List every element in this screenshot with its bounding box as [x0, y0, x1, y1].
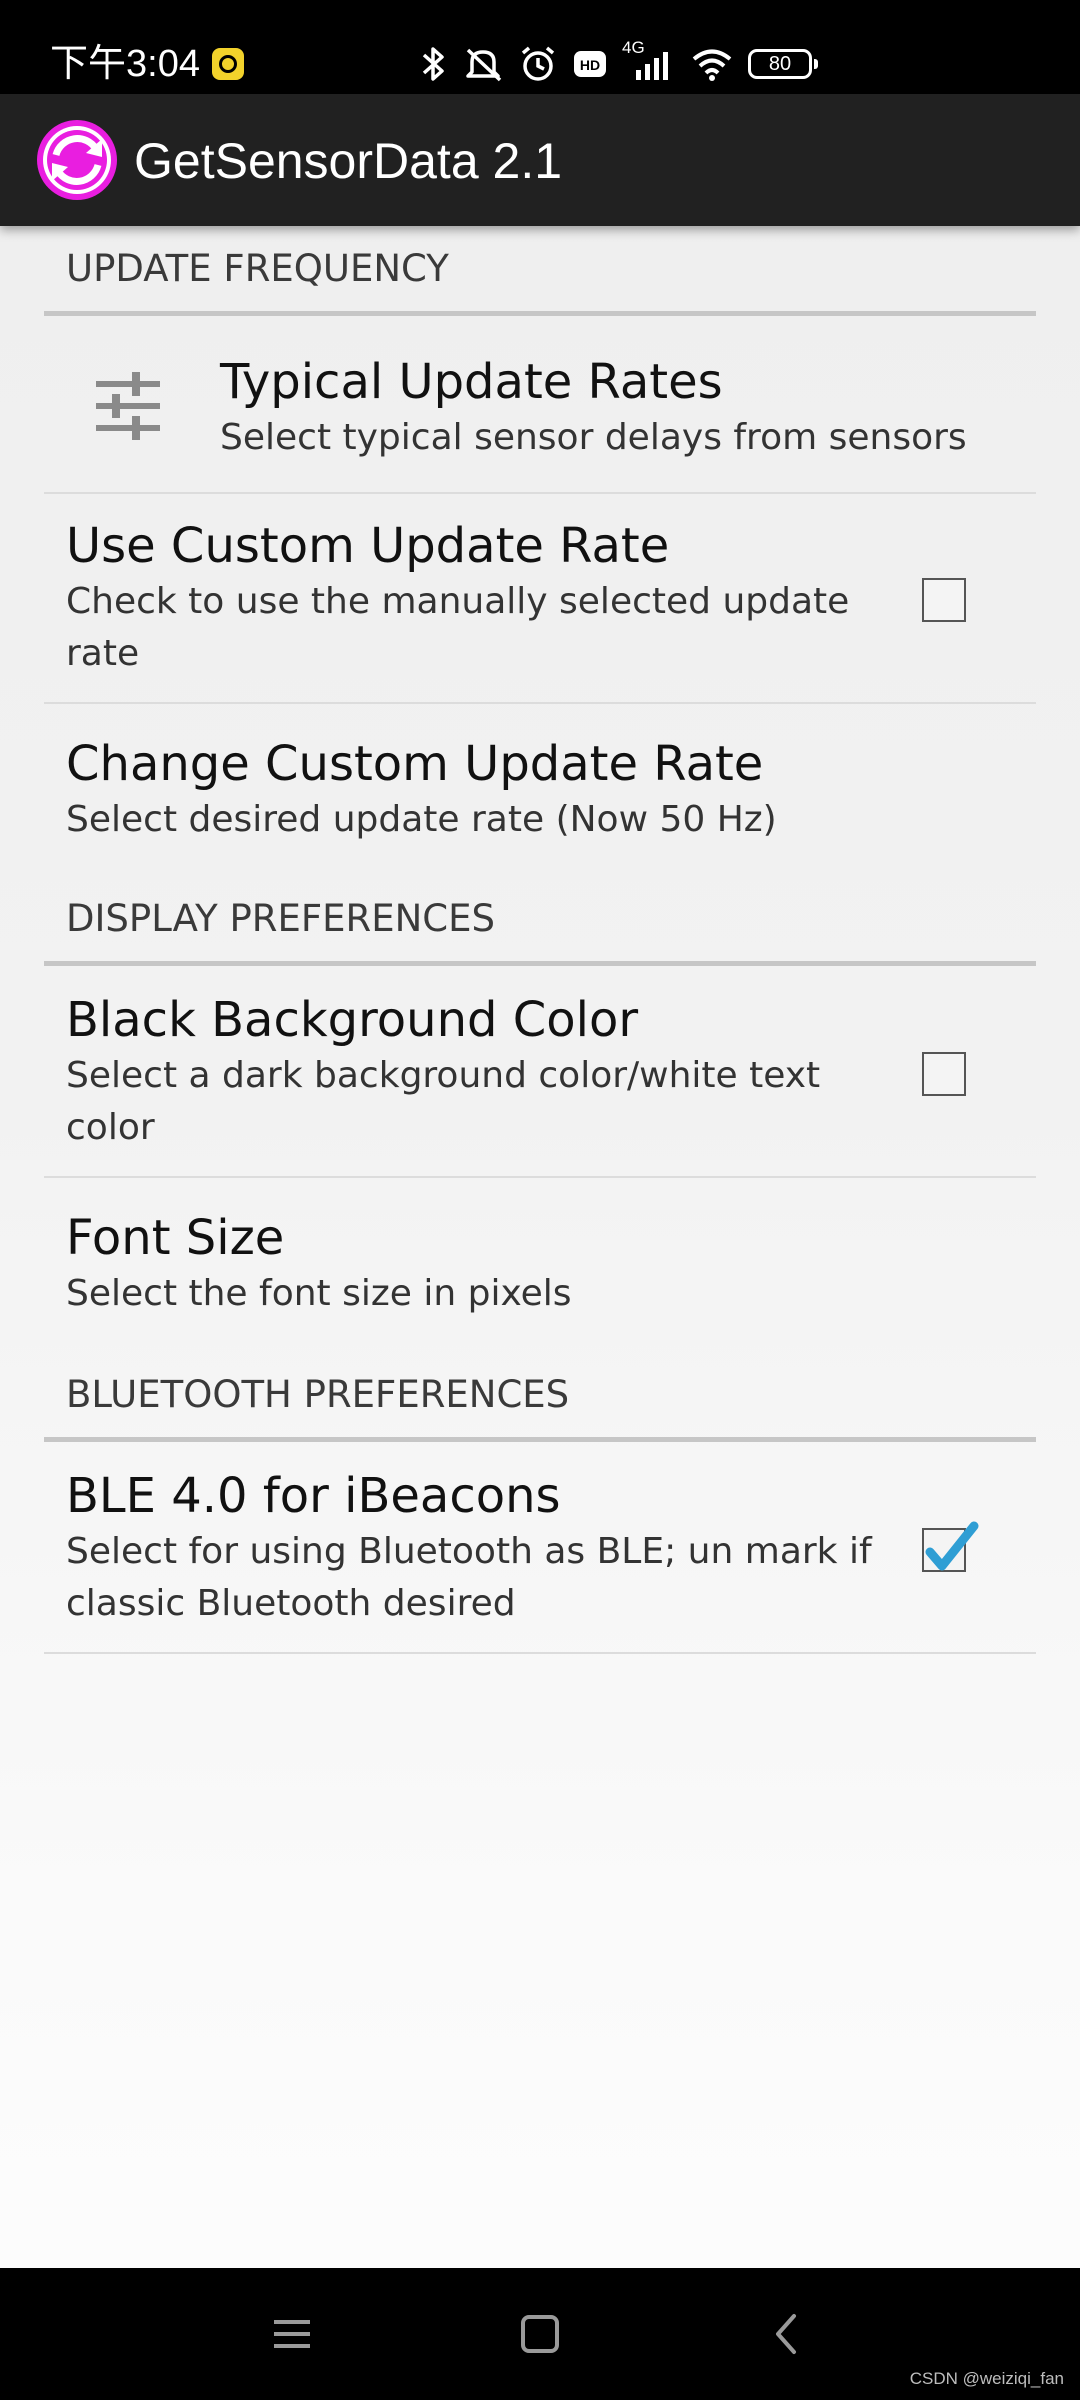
app-bar: GetSensorData 2.1	[0, 94, 1080, 226]
pref-summary: Select for using Bluetooth as BLE; un ma…	[66, 1531, 872, 1624]
pref-title: Font Size	[66, 1210, 285, 1266]
pref-title: Typical Update Rates	[220, 354, 723, 410]
alarm-icon	[521, 46, 555, 81]
category-bluetooth-preferences: BLUETOOTH PREFERENCES	[44, 1352, 1036, 1442]
pref-summary: Select typical sensor delays from sensor…	[220, 417, 967, 458]
pref-summary: Select a dark background color/white tex…	[66, 1055, 821, 1148]
pref-font-size[interactable]: Font Size Select the font size in pixels	[44, 1178, 1036, 1352]
category-display-preferences: DISPLAY PREFERENCES	[44, 876, 1036, 966]
pref-title: Change Custom Update Rate	[66, 736, 764, 792]
tune-icon	[96, 372, 160, 440]
ble-ibeacons-checkbox[interactable]	[922, 1521, 979, 1572]
pref-ble-ibeacons[interactable]: BLE 4.0 for iBeacons Select for using Bl…	[44, 1442, 1036, 1654]
pref-title: BLE 4.0 for iBeacons	[66, 1468, 561, 1524]
pref-summary: Select the font size in pixels	[66, 1273, 572, 1314]
signal-group: 4G	[622, 38, 676, 84]
wifi-icon	[692, 49, 732, 81]
svg-text:HD: HD	[580, 57, 600, 73]
hd-icon: HD	[574, 51, 606, 77]
watermark: CSDN @weiziqi_fan	[909, 2369, 1064, 2388]
bluetooth-icon	[422, 47, 444, 81]
signal-icon	[636, 52, 668, 80]
status-icons: HD 4G 80	[420, 38, 818, 88]
category-update-frequency: UPDATE FREQUENCY	[44, 226, 1036, 316]
category-title: BLUETOOTH PREFERENCES	[66, 1373, 570, 1416]
status-bar: 下午3:04 HD 4G 80	[0, 0, 1080, 94]
home-icon[interactable]	[510, 2304, 570, 2364]
pref-title: Black Background Color	[66, 992, 639, 1048]
pref-change-custom-update-rate[interactable]: Change Custom Update Rate Select desired…	[44, 704, 1036, 876]
black-background-checkbox[interactable]	[922, 1052, 966, 1096]
status-time: 下午3:04	[50, 43, 200, 85]
category-title: DISPLAY PREFERENCES	[66, 897, 495, 940]
notification-dot-icon	[212, 48, 244, 80]
battery-icon: 80	[748, 49, 818, 79]
checkmark-icon	[925, 1521, 979, 1571]
menu-icon[interactable]	[262, 2304, 322, 2364]
pref-black-background-color[interactable]: Black Background Color Select a dark bac…	[44, 966, 1036, 1178]
app-logo-icon	[37, 120, 117, 200]
pref-summary: Select desired update rate (Now 50 Hz)	[66, 799, 777, 840]
navigation-bar: CSDN @weiziqi_fan	[0, 2268, 1080, 2400]
pref-summary: Check to use the manually selected updat…	[66, 581, 850, 674]
pref-typical-update-rates[interactable]: Typical Update Rates Select typical sens…	[44, 316, 1036, 494]
back-icon[interactable]	[758, 2304, 818, 2364]
use-custom-rate-checkbox[interactable]	[922, 578, 966, 622]
pref-use-custom-update-rate[interactable]: Use Custom Update Rate Check to use the …	[44, 494, 1036, 704]
pref-title: Use Custom Update Rate	[66, 518, 670, 574]
mute-icon	[466, 48, 502, 82]
app-title: GetSensorData 2.1	[134, 133, 563, 189]
category-title: UPDATE FREQUENCY	[66, 247, 449, 290]
